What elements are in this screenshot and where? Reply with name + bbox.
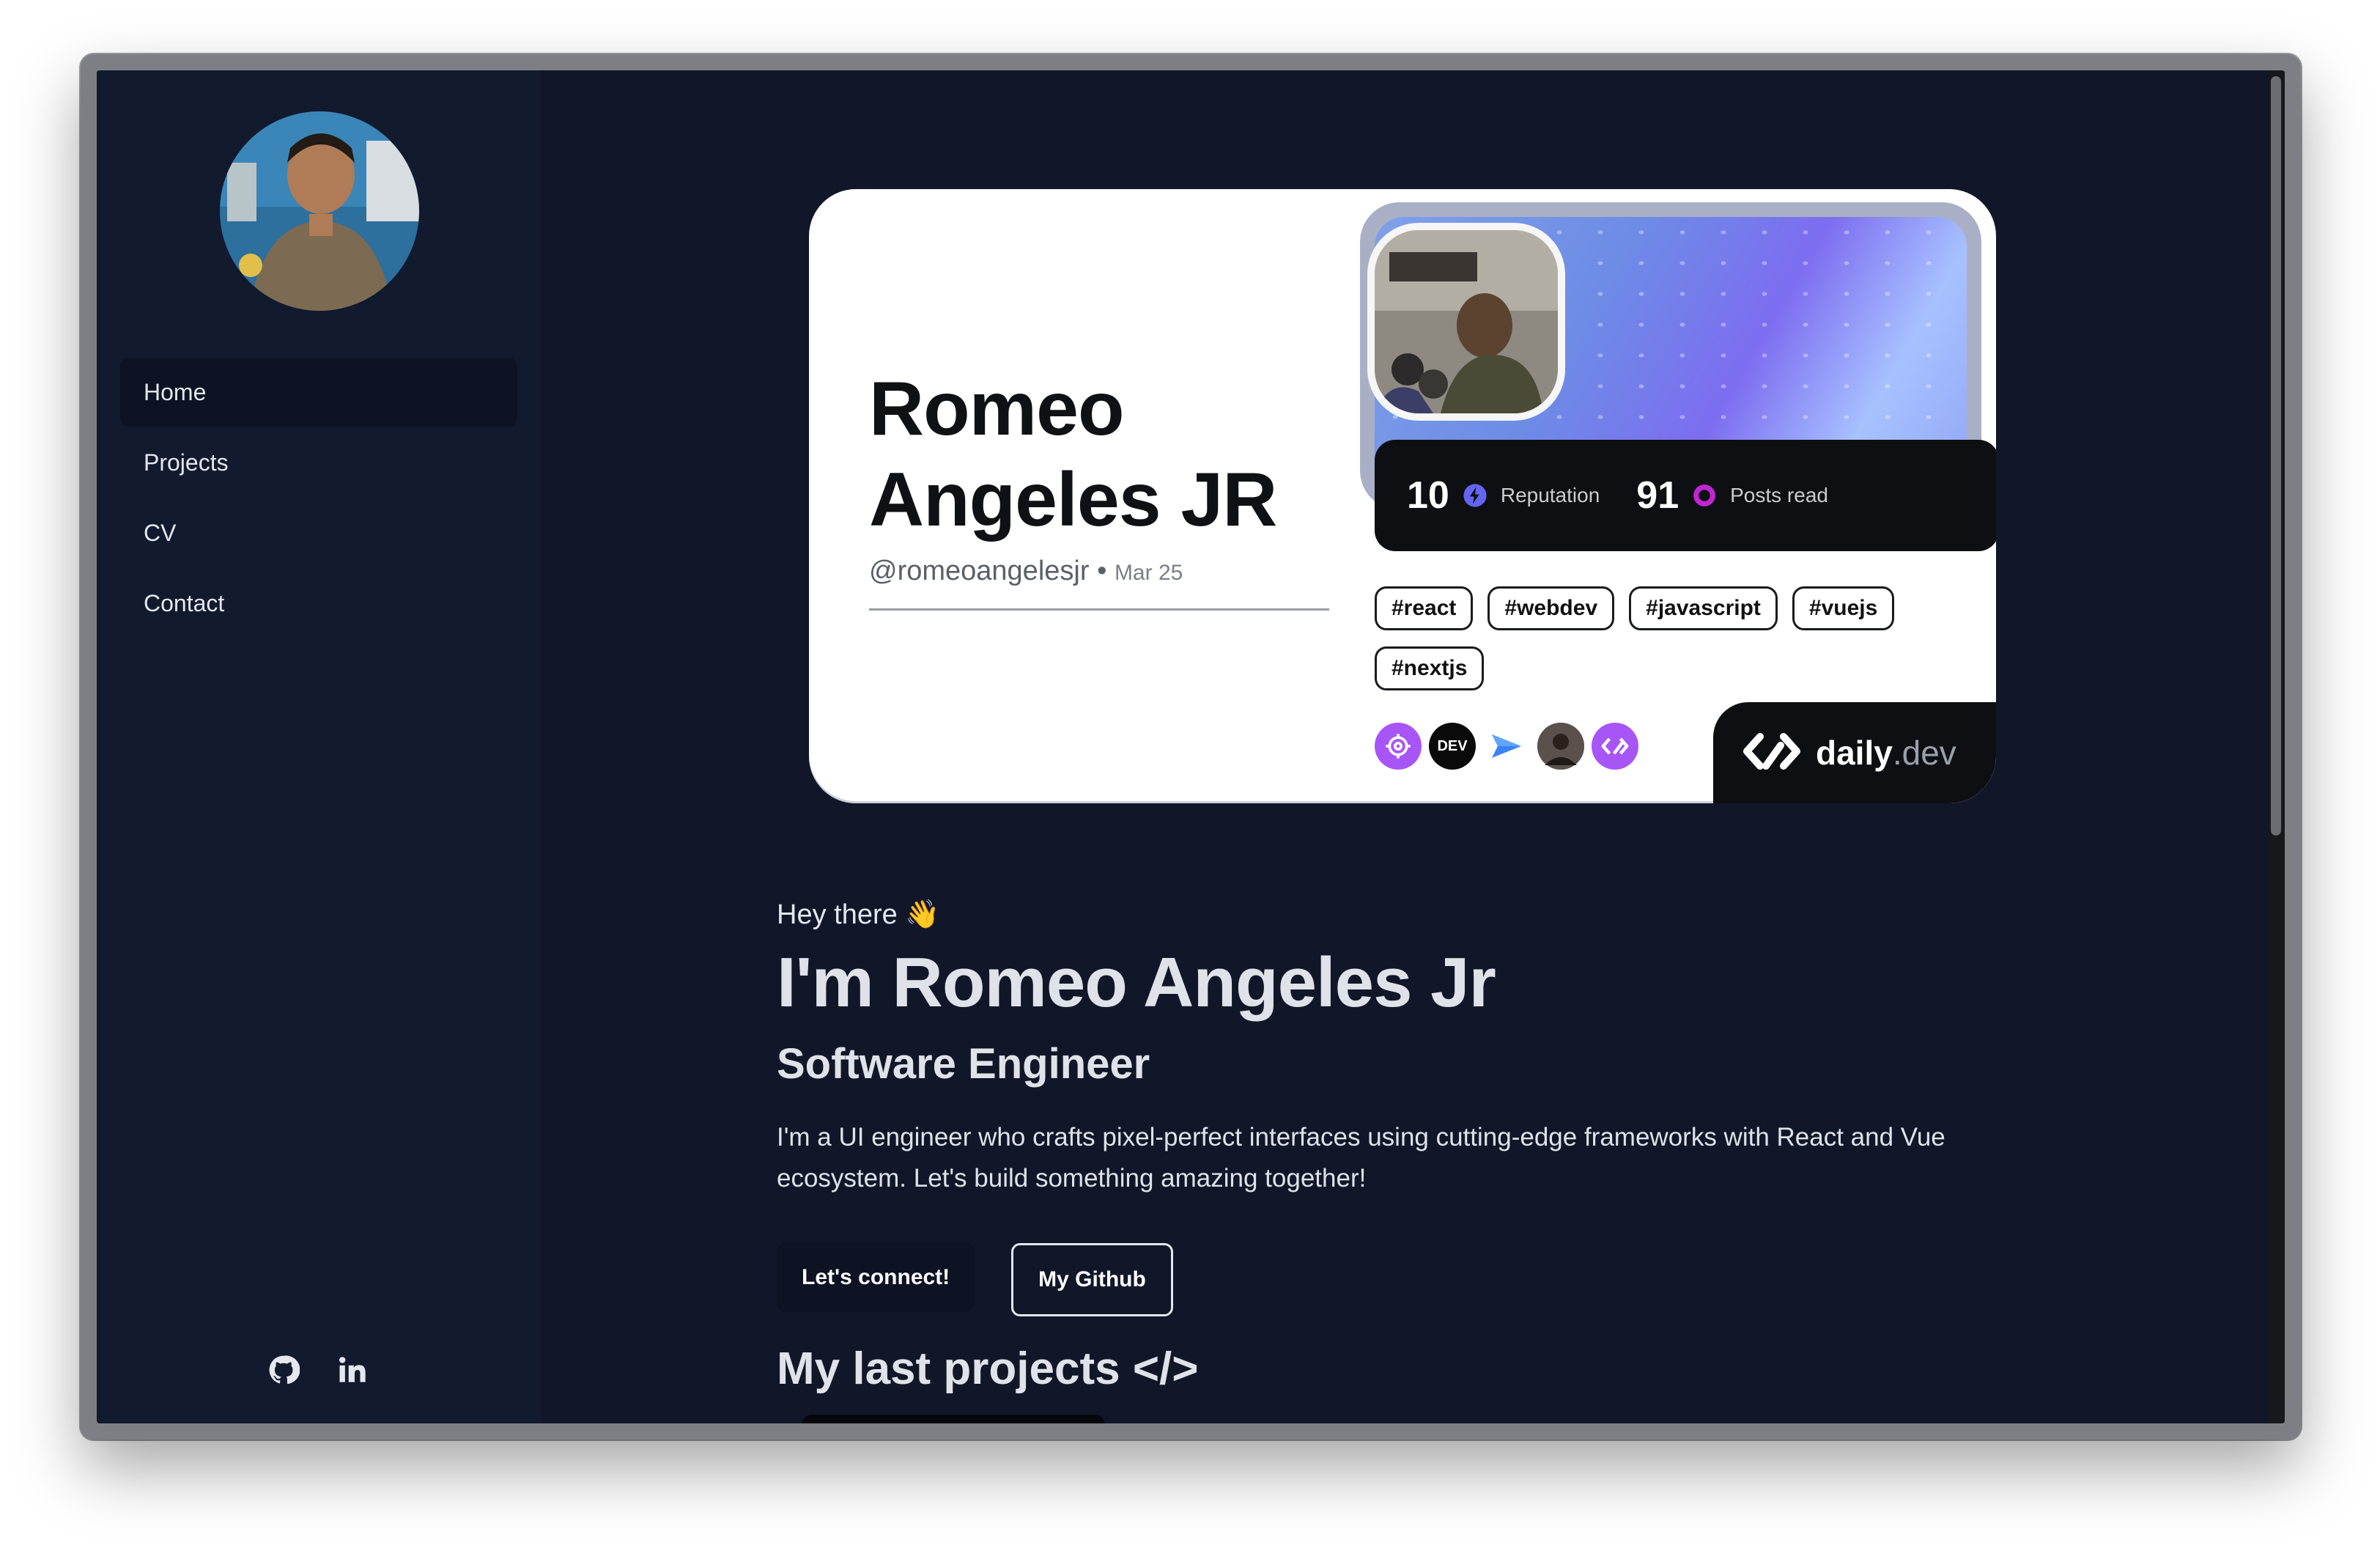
daily-dev-brand: daily.dev xyxy=(1713,702,1996,803)
card-name: Romeo Angeles JR xyxy=(869,364,1277,545)
card-profile-photo xyxy=(1375,230,1558,413)
play-arrow-icon xyxy=(1483,723,1530,770)
card-stats: 10 Reputation 91 Posts read xyxy=(1375,440,1996,551)
sidebar-item-cv[interactable]: CV xyxy=(120,498,517,567)
card-handle: @romeoangelesjr • Mar 25 xyxy=(869,556,1183,587)
lightning-icon xyxy=(1463,483,1488,508)
cta-buttons: Let's connect! My Github xyxy=(777,1243,1173,1316)
handle-text: @romeoangelesjr xyxy=(869,556,1090,586)
sidebar-nav: Home Projects CV Contact xyxy=(120,358,517,639)
sidebar-item-home[interactable]: Home xyxy=(120,358,517,427)
posts-value: 91 xyxy=(1636,474,1679,517)
scrollbar-thumb[interactable] xyxy=(2271,76,2281,836)
tag-react[interactable]: #react xyxy=(1375,586,1474,630)
intro-text: I'm a UI engineer who crafts pixel-perfe… xyxy=(777,1123,1945,1193)
devcard[interactable]: Romeo Angeles JR @romeoangelesjr • Mar 2… xyxy=(809,189,1996,803)
ring-icon xyxy=(1692,483,1717,508)
project-card-preview[interactable] xyxy=(802,1415,1105,1423)
divider xyxy=(869,608,1329,611)
app-viewport: Home Projects CV Contact Romeo Angeles J… xyxy=(97,70,2285,1423)
tag-list: #react #webdev #javascript #vuejs #nextj… xyxy=(1375,586,1961,690)
tag-javascript[interactable]: #javascript xyxy=(1629,586,1778,630)
tag-nextjs[interactable]: #nextjs xyxy=(1375,646,1485,690)
github-icon[interactable] xyxy=(265,1352,302,1388)
tag-vuejs[interactable]: #vuejs xyxy=(1792,586,1895,630)
daily-dev-logo-icon xyxy=(1741,731,1803,775)
tag-webdev[interactable]: #webdev xyxy=(1488,586,1615,630)
user-avatar-icon xyxy=(1537,723,1584,770)
sidebar: Home Projects CV Contact xyxy=(97,70,541,1423)
dev-to-icon: DEV xyxy=(1429,723,1476,770)
browser-window: Home Projects CV Contact Romeo Angeles J… xyxy=(81,54,2301,1440)
posts-label: Posts read xyxy=(1730,484,1828,506)
avatar xyxy=(220,111,419,311)
projects-section-title: My last projects </> xyxy=(777,1344,1199,1394)
sidebar-item-contact[interactable]: Contact xyxy=(120,569,517,638)
card-date: Mar 25 xyxy=(1114,561,1183,585)
connect-button[interactable]: Let's connect! xyxy=(777,1243,975,1312)
scrollbar[interactable] xyxy=(2267,70,2285,1423)
crosshair-icon xyxy=(1375,723,1422,770)
role-subtitle: Software Engineer xyxy=(777,1040,1150,1088)
reputation-label: Reputation xyxy=(1500,484,1600,506)
reputation-value: 10 xyxy=(1407,474,1449,517)
source-badges: DEV xyxy=(1375,723,1638,770)
daily-dev-link-icon xyxy=(1592,723,1638,770)
separator: • xyxy=(1097,556,1107,586)
github-button[interactable]: My Github xyxy=(1011,1243,1173,1316)
greeting: Hey there 👋 xyxy=(777,899,940,930)
card-name-line1: Romeo xyxy=(869,366,1124,452)
social-links xyxy=(265,1352,371,1388)
page-title: I'm Romeo Angeles Jr xyxy=(777,943,1496,1022)
linkedin-icon[interactable] xyxy=(334,1352,371,1388)
card-name-line2: Angeles JR xyxy=(869,457,1277,542)
daily-dev-wordmark: daily.dev xyxy=(1816,734,1956,772)
sidebar-item-projects[interactable]: Projects xyxy=(120,428,517,497)
